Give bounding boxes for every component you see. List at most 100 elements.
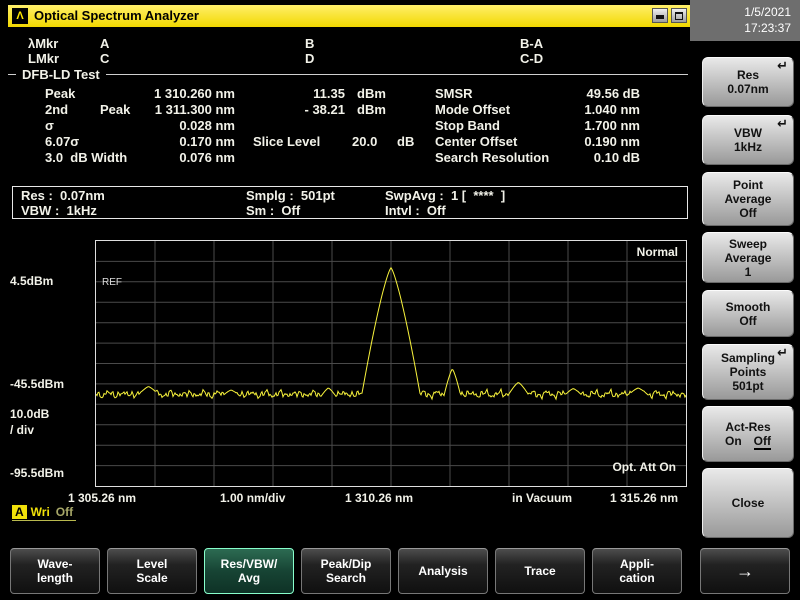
row-label: Center Offset: [435, 134, 517, 149]
button-label: Smooth: [726, 300, 771, 314]
row-wavelength: 0.076 nm: [75, 150, 235, 165]
x-axis-center-label: 1 310.26 nm: [345, 491, 413, 505]
off-option[interactable]: Off: [754, 434, 771, 450]
row-unit: dBm: [357, 86, 386, 101]
menu-trace[interactable]: Trace: [495, 548, 585, 594]
row-label: Search Resolution: [435, 150, 549, 165]
sweep-average-button[interactable]: Sweep Average 1: [702, 232, 794, 283]
analysis-left-block: Peak 1 310.260 nm 11.35 dBm 2nd Peak 1 3…: [45, 86, 465, 168]
point-average-button[interactable]: Point Average Off: [702, 172, 794, 226]
time-label: 17:23:37: [699, 20, 791, 36]
button-label: Average: [725, 251, 772, 265]
menu-analysis[interactable]: Analysis: [398, 548, 488, 594]
y-axis-mid-label: -45.5dBm: [10, 377, 64, 391]
minimize-button[interactable]: [652, 8, 668, 23]
menu-label: Level: [137, 557, 168, 571]
button-value: 501pt: [732, 379, 763, 393]
menu-label: Wave-: [38, 557, 73, 571]
window-titlebar[interactable]: Λ Optical Spectrum Analyzer: [8, 5, 690, 27]
analysis-row-stop-band: Stop Band 1.700 nm: [435, 118, 645, 134]
analysis-section-title: DFB-LD Test: [16, 67, 106, 82]
vbw-button[interactable]: ↵ VBW 1kHz: [702, 115, 794, 165]
analysis-row-peak: Peak 1 310.260 nm 11.35 dBm: [45, 86, 465, 102]
res-setting: Res : 0.07nm: [21, 188, 105, 203]
marker-b-label: B: [305, 36, 314, 51]
analysis-row-db-width: 3.0 dB Width 0.076 nm: [45, 150, 465, 166]
analysis-row-sigma: σ 0.028 nm: [45, 118, 465, 134]
row-wavelength: 1 310.260 nm: [75, 86, 235, 101]
level-marker-label: LMkr: [28, 51, 59, 66]
osa-screen: Λ Optical Spectrum Analyzer 1/5/2021 17:…: [0, 0, 800, 600]
menu-more-button[interactable]: →: [700, 548, 790, 594]
row-value: 1.700 nm: [540, 118, 640, 133]
res-button[interactable]: ↵ Res 0.07nm: [702, 57, 794, 107]
trace-legend: AWriOff: [12, 505, 76, 521]
window-title: Optical Spectrum Analyzer: [34, 5, 199, 27]
marker-ba-label: B-A: [520, 36, 543, 51]
y-axis-bottom-label: -95.5dBm: [10, 466, 64, 480]
section-divider: [8, 74, 688, 75]
minimize-icon: [656, 15, 664, 19]
button-label: Close: [732, 496, 765, 510]
sampling-points-button[interactable]: ↵ Sampling Points 501pt: [702, 344, 794, 400]
interval-setting: Intvl : Off: [385, 203, 446, 218]
menu-label: length: [37, 571, 73, 585]
x-axis-div-label: 1.00 nm/div: [220, 491, 285, 505]
close-button[interactable]: Close: [702, 468, 794, 538]
menu-label: cation: [619, 571, 654, 585]
menu-label: Search: [326, 571, 366, 585]
row-label: Mode Offset: [435, 102, 510, 117]
maximize-icon: [675, 12, 683, 20]
button-value: 1: [745, 265, 752, 279]
row-level: 11.35: [250, 86, 345, 101]
on-option[interactable]: On: [725, 434, 742, 448]
trace-plot: [96, 241, 686, 486]
button-label: Average: [725, 192, 772, 206]
row-wavelength: 0.028 nm: [75, 118, 235, 133]
marker-cd-label: C-D: [520, 51, 543, 66]
sweep-settings-box: Res : 0.07nm Smplg : 501pt SwpAvg : 1 [ …: [12, 186, 688, 219]
sampling-setting: Smplg : 501pt: [246, 188, 335, 203]
button-label: Sampling: [721, 351, 775, 365]
menu-wavelength[interactable]: Wave- length: [10, 548, 100, 594]
button-value: 0.07nm: [727, 82, 768, 96]
analysis-row-search-resolution: Search Resolution 0.10 dB: [435, 150, 645, 166]
marker-readout: λMkr A B B-A LMkr C D C-D: [28, 36, 678, 68]
act-res-button[interactable]: Act-Res On Off: [702, 406, 794, 462]
analysis-row-2nd-peak: 2nd Peak 1 311.300 nm - 38.21 dBm: [45, 102, 465, 118]
ref-level-label: REF: [102, 277, 122, 288]
x-axis-stop-label: 1 315.26 nm: [610, 491, 678, 505]
menu-label: Res/VBW/: [221, 557, 278, 571]
smooth-button[interactable]: Smooth Off: [702, 290, 794, 337]
button-label: Sweep: [729, 237, 767, 251]
maximize-button[interactable]: [671, 8, 687, 23]
slice-level-unit: dB: [397, 134, 414, 149]
button-label: VBW: [734, 126, 762, 140]
menu-label: Trace: [524, 564, 555, 578]
analysis-row-6sigma: 6.07σ 0.170 nm Slice Level 20.0 dB: [45, 134, 465, 150]
lambda-marker-label: λMkr: [28, 36, 58, 51]
app-logo-icon: Λ: [12, 8, 28, 24]
menu-peak-dip-search[interactable]: Peak/Dip Search: [301, 548, 391, 594]
analysis-right-block: SMSR 49.56 dB Mode Offset 1.040 nm Stop …: [435, 86, 645, 168]
button-label: Act-Res: [725, 420, 770, 434]
button-label: Point: [733, 178, 763, 192]
window-controls: [652, 8, 687, 23]
analysis-row-mode-offset: Mode Offset 1.040 nm: [435, 102, 645, 118]
menu-application[interactable]: Appli- cation: [592, 548, 682, 594]
recall-arrow-icon: ↵: [777, 346, 788, 360]
row-label: σ: [45, 118, 54, 133]
menu-label: Avg: [238, 571, 260, 585]
trace-write-label: Wri: [31, 505, 50, 519]
menu-label: Peak/Dip: [321, 557, 372, 571]
wavelength-marker-row: λMkr A B B-A: [28, 36, 678, 51]
y-axis-ref-label: 4.5dBm: [10, 274, 53, 288]
menu-level-scale[interactable]: Level Scale: [107, 548, 197, 594]
marker-a-label: A: [100, 36, 109, 51]
x-axis-start-label: 1 305.26 nm: [68, 491, 136, 505]
sweep-average-setting: SwpAvg : 1 [ **** ]: [385, 188, 505, 203]
recall-arrow-icon: ↵: [777, 117, 788, 131]
date-label: 1/5/2021: [699, 4, 791, 20]
menu-res-vbw-avg[interactable]: Res/VBW/ Avg: [204, 548, 294, 594]
row-label: 2nd: [45, 102, 68, 117]
